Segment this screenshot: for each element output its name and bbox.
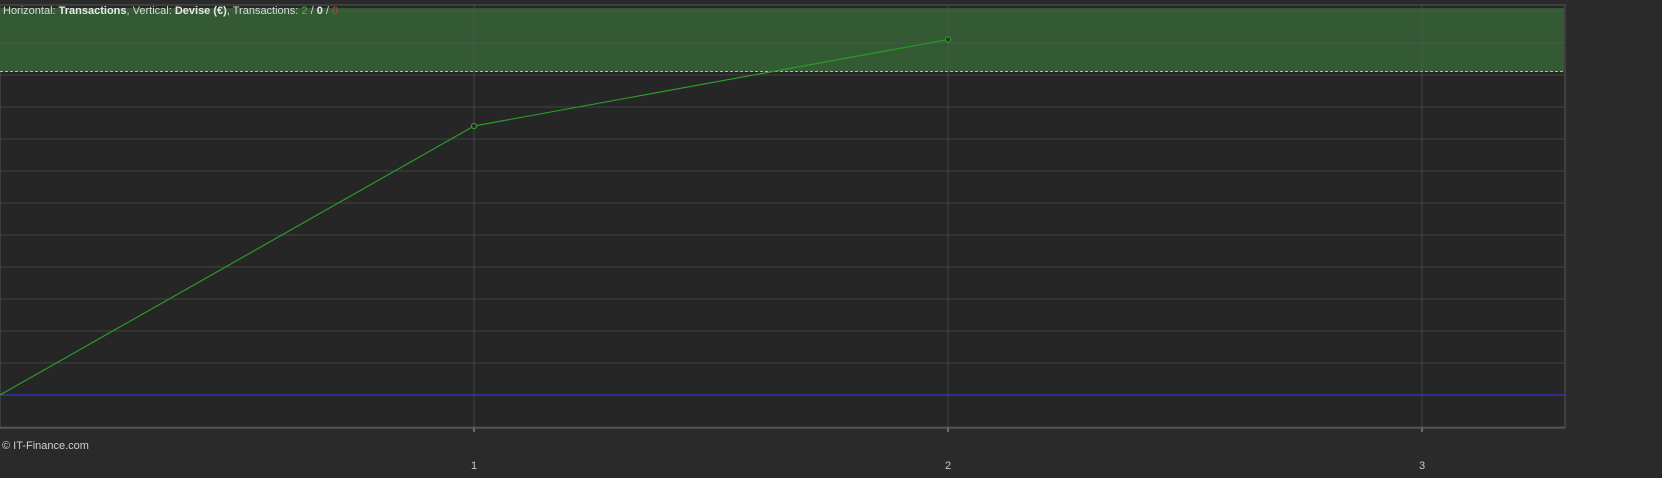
loss-count: 0 — [332, 5, 339, 17]
data-point — [944, 36, 952, 43]
copyright-text: © IT-Finance.com — [2, 440, 89, 452]
data-point — [470, 122, 478, 130]
chart-plot — [0, 4, 1566, 432]
chart-container: Horizontal: Transactions, Vertical: Devi… — [0, 0, 1662, 478]
profit-zone — [0, 8, 1564, 72]
x-tick-label: 1 — [470, 460, 478, 472]
horizontal-label: Horizontal: — [3, 5, 56, 17]
x-tick-label: 2 — [944, 460, 952, 472]
vertical-value: Devise (€) — [174, 5, 227, 17]
transactions-label: Transactions: — [232, 5, 299, 17]
x-tick-label: 3 — [1418, 460, 1426, 472]
chart-header: Horizontal: Transactions, Vertical: Devi… — [3, 5, 339, 17]
horizontal-value: Transactions — [58, 5, 127, 17]
vertical-label: Vertical: — [132, 5, 172, 17]
